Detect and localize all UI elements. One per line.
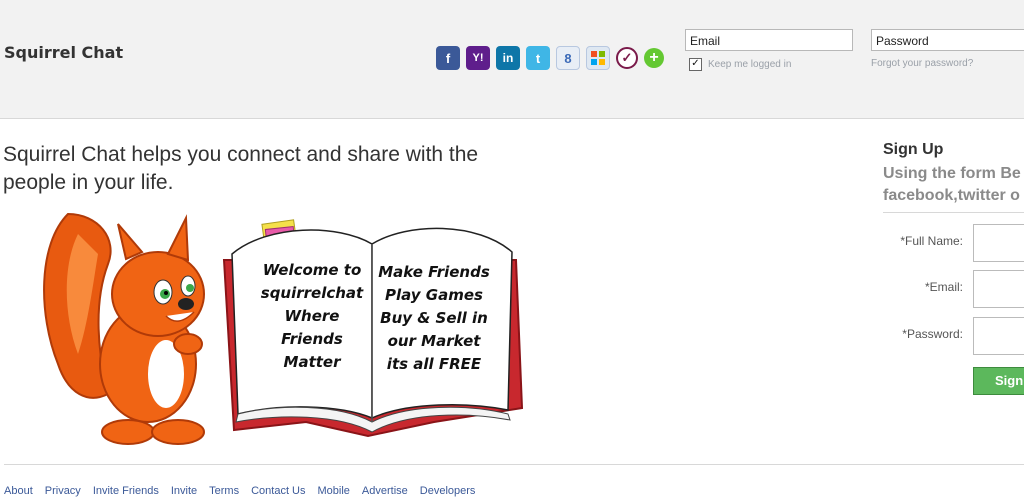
book-left-line: Friends — [281, 330, 343, 348]
signup-password-input[interactable] — [973, 317, 1024, 355]
book-right-line: Buy & Sell in — [380, 309, 488, 327]
check-icon[interactable]: ✓ — [616, 47, 638, 69]
footer-link-privacy[interactable]: Privacy — [45, 485, 81, 497]
book-right-line: our Market — [387, 332, 481, 350]
book-right-line: its all FREE — [386, 355, 482, 373]
footer-links: About Privacy Invite Friends Invite Term… — [4, 485, 475, 497]
book-right-page-text: Make Friends Play Games Buy & Sell in ou… — [376, 261, 492, 376]
book-left-line: Matter — [283, 353, 341, 371]
email-input[interactable]: Email — [685, 29, 853, 51]
top-bar: Squirrel Chat f Y! in t 8 ✓ + Email Pass… — [0, 0, 1024, 119]
signup-title: Sign Up — [883, 141, 944, 158]
footer-link-contact-us[interactable]: Contact Us — [251, 485, 305, 497]
book-right-line: Play Games — [385, 286, 483, 304]
yahoo-icon[interactable]: Y! — [466, 46, 490, 70]
squirrel-mascot-image — [43, 212, 205, 445]
footer-link-about[interactable]: About — [4, 485, 33, 497]
footer-link-invite[interactable]: Invite — [171, 485, 197, 497]
signup-subtitle: Using the form Be facebook,twitter o — [883, 163, 1024, 207]
signup-email-input[interactable] — [973, 270, 1024, 308]
windows-flag-icon — [591, 51, 605, 65]
full-name-input[interactable] — [973, 224, 1024, 262]
signup-password-label: *Password: — [902, 327, 963, 341]
site-logo[interactable]: Squirrel Chat — [4, 43, 123, 62]
signup-email-label: *Email: — [924, 280, 963, 294]
twitter-icon[interactable]: t — [526, 46, 550, 70]
full-name-label: *Full Name: — [900, 234, 963, 248]
facebook-icon[interactable]: f — [436, 46, 460, 70]
keep-logged-in[interactable]: ✓ Keep me logged in — [689, 58, 791, 71]
linkedin-icon[interactable]: in — [496, 46, 520, 70]
signup-subtitle-line: Using the form Be — [883, 165, 1021, 182]
social-login-icons: f Y! in t 8 ✓ + — [436, 46, 664, 70]
footer-link-invite-friends[interactable]: Invite Friends — [93, 485, 159, 497]
book-left-line: Welcome to — [262, 261, 362, 279]
book-left-page-text: Welcome to squirrelchat Where Friends Ma… — [258, 259, 366, 374]
password-input[interactable]: Password — [871, 29, 1024, 51]
footer-link-developers[interactable]: Developers — [420, 485, 476, 497]
book-right-line: Make Friends — [378, 263, 490, 281]
windows-live-icon[interactable] — [586, 46, 610, 70]
keep-logged-in-checkbox[interactable]: ✓ — [689, 58, 702, 71]
signup-subtitle-line: facebook,twitter o — [883, 187, 1020, 204]
book-left-line: squirrelchat — [260, 284, 364, 302]
forgot-password-link[interactable]: Forgot your password? — [871, 58, 973, 69]
keep-logged-in-label: Keep me logged in — [708, 59, 792, 70]
book-left-line: Where — [284, 307, 340, 325]
footer-divider — [4, 464, 1024, 465]
add-icon[interactable]: + — [644, 48, 664, 68]
tagline: Squirrel Chat helps you connect and shar… — [3, 143, 479, 194]
sign-up-button[interactable]: Sign — [973, 367, 1024, 395]
signup-divider — [883, 212, 1024, 213]
google-icon[interactable]: 8 — [556, 46, 580, 70]
footer-link-terms[interactable]: Terms — [209, 485, 239, 497]
footer-link-advertise[interactable]: Advertise — [362, 485, 408, 497]
footer-link-mobile[interactable]: Mobile — [318, 485, 350, 497]
